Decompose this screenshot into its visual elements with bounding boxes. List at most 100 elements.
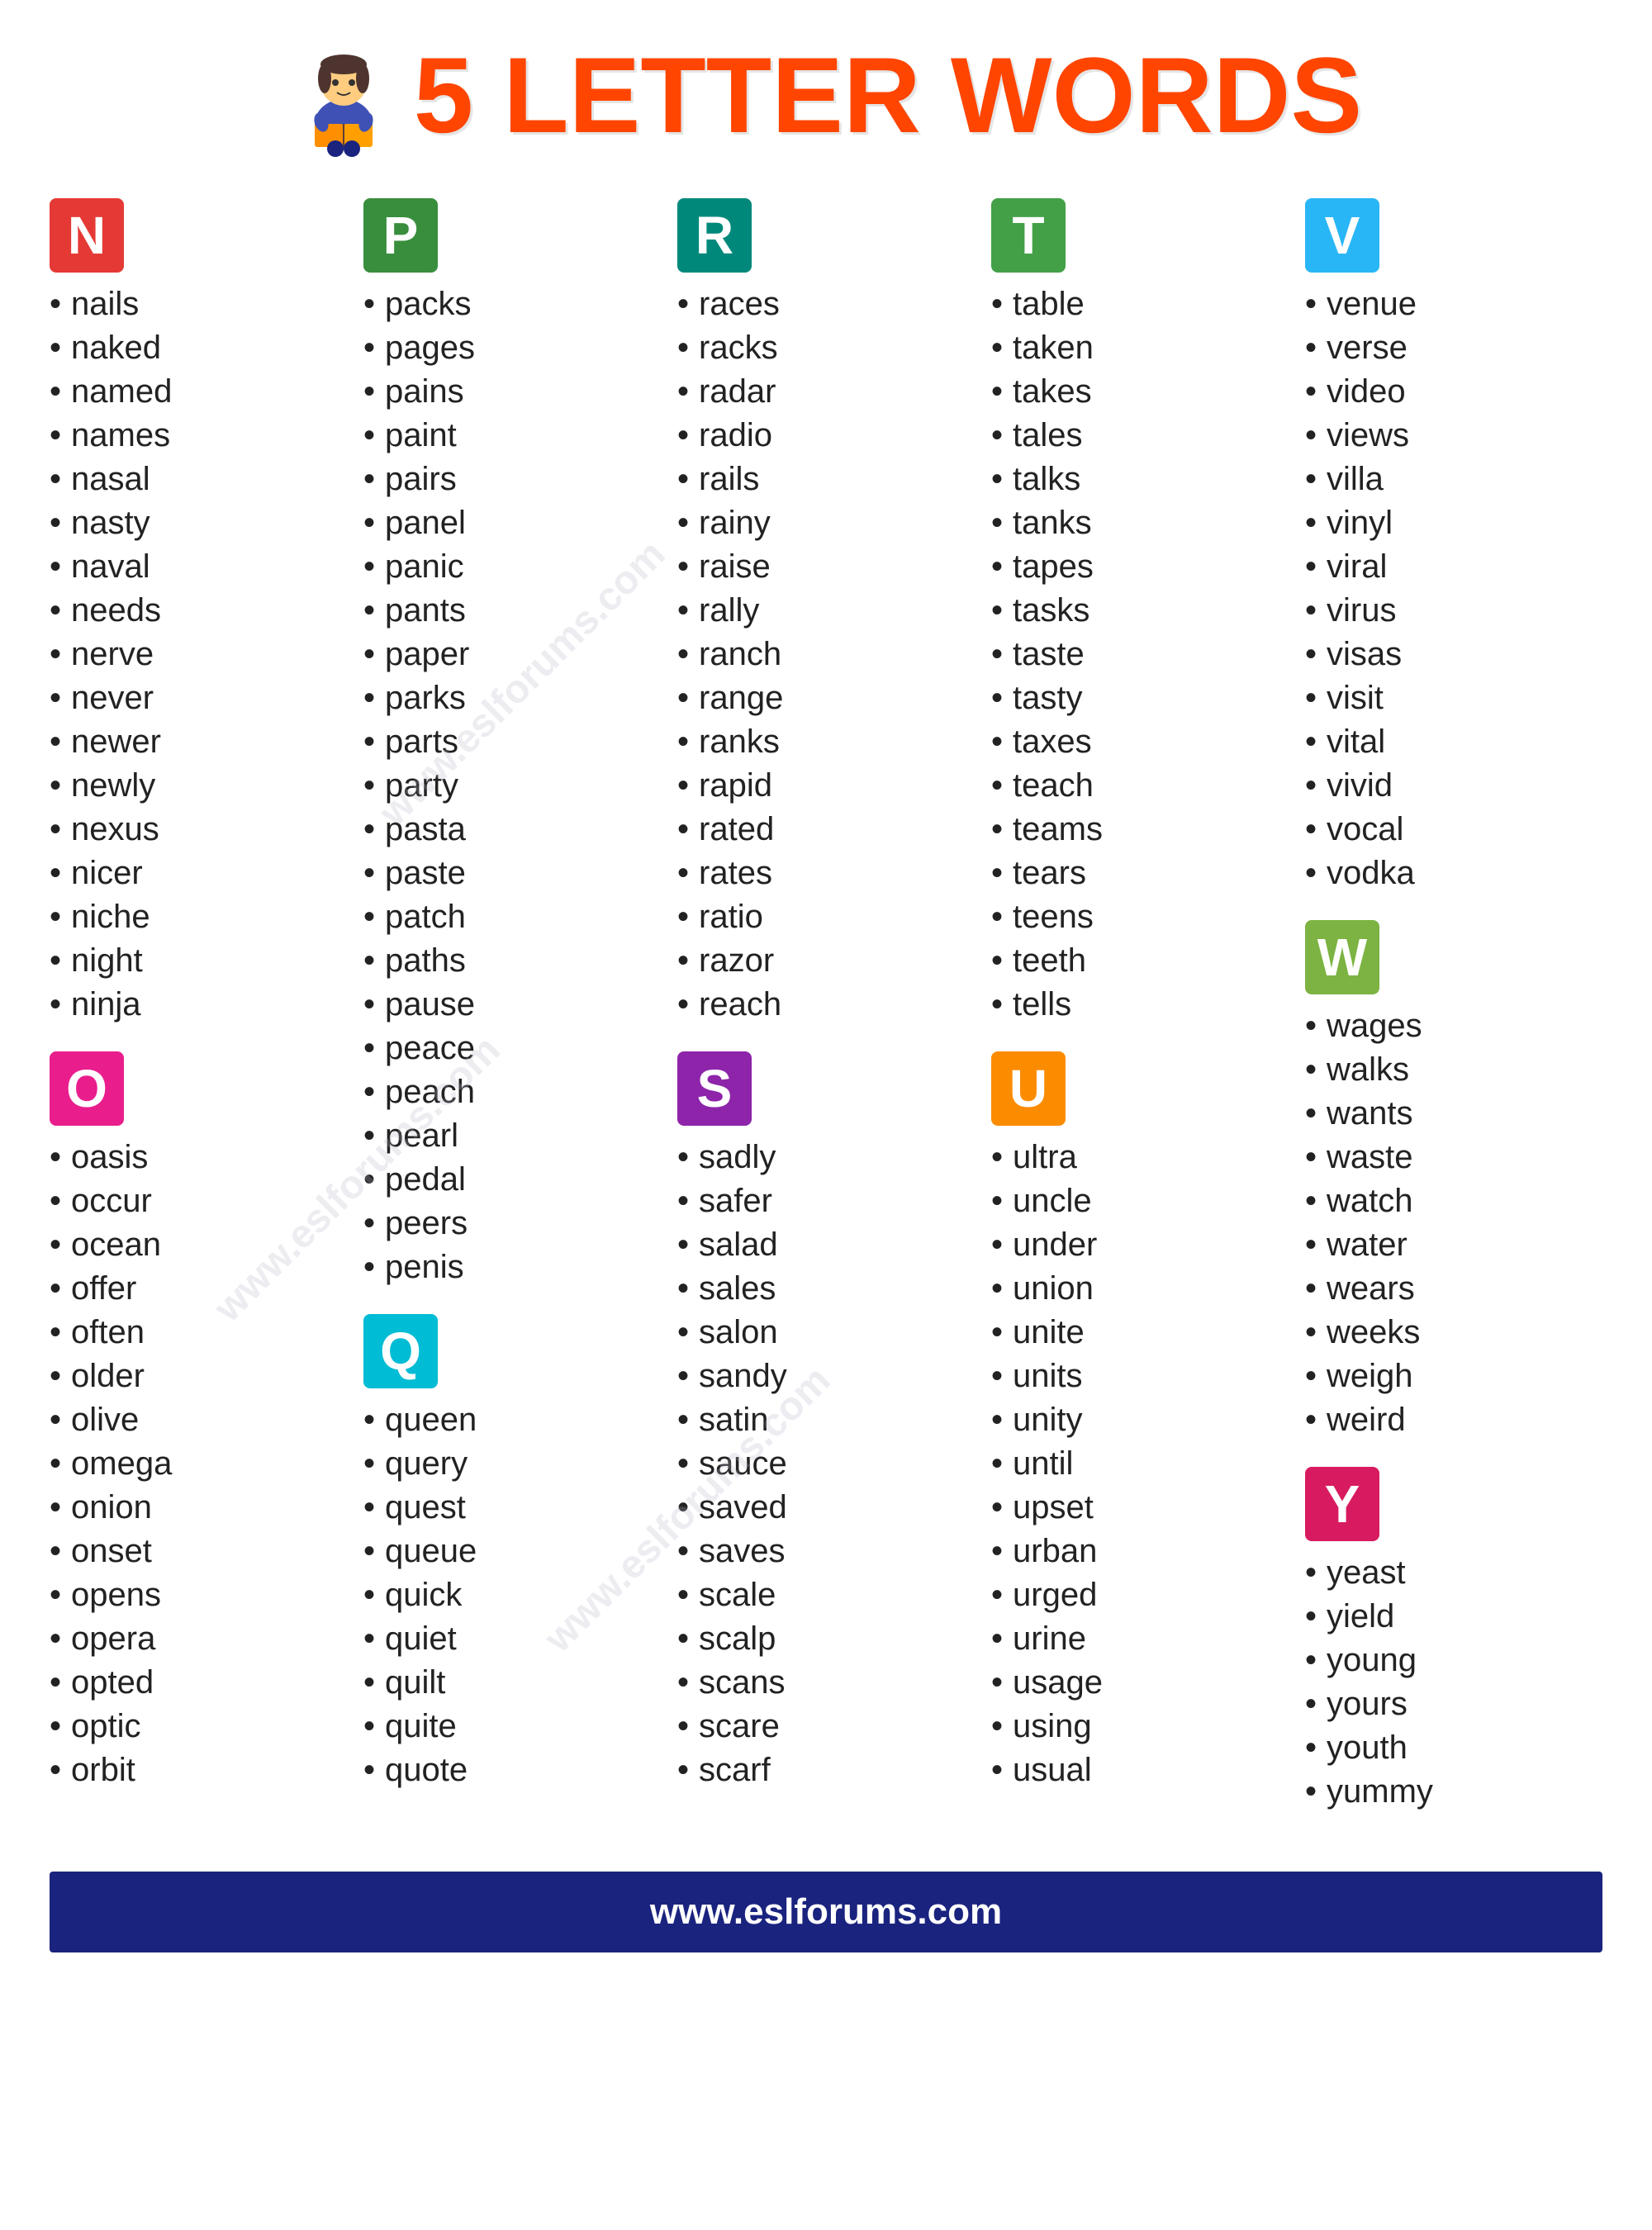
list-item: raise (677, 545, 975, 589)
list-item: water (1305, 1223, 1602, 1267)
section-S: Ssadlysafersaladsalessalonsandysatinsauc… (677, 1051, 975, 1792)
list-item: unity (991, 1398, 1289, 1442)
list-item: tasty (991, 676, 1289, 720)
letter-badge-Q: Q (363, 1314, 438, 1388)
list-item: urban (991, 1530, 1289, 1573)
list-item: pearl (363, 1114, 661, 1158)
word-list-N: nailsnakednamednamesnasalnastynavalneeds… (50, 282, 347, 1027)
list-item: range (677, 676, 975, 720)
letter-badge-U: U (991, 1051, 1066, 1126)
list-item: nerve (50, 633, 347, 676)
list-item: penis (363, 1245, 661, 1289)
list-item: panic (363, 545, 661, 589)
list-item: verse (1305, 326, 1602, 370)
list-item: video (1305, 370, 1602, 414)
list-item: omega (50, 1442, 347, 1486)
list-item: uncle (991, 1179, 1289, 1223)
list-item: quick (363, 1573, 661, 1617)
list-item: usage (991, 1661, 1289, 1705)
list-item: packs (363, 282, 661, 326)
list-item: pairs (363, 458, 661, 501)
list-item: yeast (1305, 1551, 1602, 1595)
list-item: paste (363, 852, 661, 895)
list-item: tapes (991, 545, 1289, 589)
list-item: query (363, 1442, 661, 1486)
list-item: taken (991, 326, 1289, 370)
list-item: sauce (677, 1442, 975, 1486)
list-item: pants (363, 589, 661, 633)
list-item: rainy (677, 501, 975, 545)
list-item: union (991, 1267, 1289, 1311)
list-item: tales (991, 414, 1289, 458)
list-item: niche (50, 895, 347, 939)
list-item: racks (677, 326, 975, 370)
list-item: radar (677, 370, 975, 414)
list-item: rails (677, 458, 975, 501)
list-item: weeks (1305, 1311, 1602, 1355)
mascot-image (290, 33, 397, 157)
list-item: weird (1305, 1398, 1602, 1442)
list-item: nails (50, 282, 347, 326)
section-P: Ppackspagespainspaintpairspanelpanicpant… (363, 198, 661, 1289)
section-T: Ttabletakentakestalestalkstankstapestask… (991, 198, 1289, 1027)
list-item: ninja (50, 983, 347, 1027)
list-item: queue (363, 1530, 661, 1573)
list-item: offer (50, 1267, 347, 1311)
section-R: Rracesracksradarradiorailsrainyraiserall… (677, 198, 975, 1027)
list-item: safer (677, 1179, 975, 1223)
list-item: using (991, 1705, 1289, 1748)
list-item: vocal (1305, 808, 1602, 852)
letter-badge-P: P (363, 198, 438, 273)
letter-badge-R: R (677, 198, 752, 273)
list-item: nicer (50, 852, 347, 895)
list-item: olive (50, 1398, 347, 1442)
list-item: peers (363, 1202, 661, 1245)
list-item: views (1305, 414, 1602, 458)
list-item: newer (50, 720, 347, 764)
section-U: Uultrauncleunderunionuniteunitsunityunti… (991, 1051, 1289, 1792)
list-item: pause (363, 983, 661, 1027)
list-item: scarf (677, 1748, 975, 1792)
list-item: nasal (50, 458, 347, 501)
list-item: saves (677, 1530, 975, 1573)
list-item: onion (50, 1486, 347, 1530)
list-item: ocean (50, 1223, 347, 1267)
list-item: nasty (50, 501, 347, 545)
list-item: wants (1305, 1092, 1602, 1136)
letter-badge-T: T (991, 198, 1066, 273)
list-item: visit (1305, 676, 1602, 720)
list-item: quite (363, 1705, 661, 1748)
list-item: yours (1305, 1682, 1602, 1726)
list-item: wears (1305, 1267, 1602, 1311)
letter-badge-W: W (1305, 920, 1379, 994)
list-item: paint (363, 414, 661, 458)
word-list-P: packspagespainspaintpairspanelpanicpants… (363, 282, 661, 1289)
list-item: teams (991, 808, 1289, 852)
list-item: reach (677, 983, 975, 1027)
list-item: naval (50, 545, 347, 589)
list-item: paths (363, 939, 661, 983)
letter-badge-Y: Y (1305, 1467, 1379, 1541)
list-item: sandy (677, 1355, 975, 1398)
list-item: onset (50, 1530, 347, 1573)
list-item: quiet (363, 1617, 661, 1661)
list-item: ranch (677, 633, 975, 676)
list-item: units (991, 1355, 1289, 1398)
list-item: opted (50, 1661, 347, 1705)
list-item: scare (677, 1705, 975, 1748)
list-item: tells (991, 983, 1289, 1027)
list-item: youth (1305, 1726, 1602, 1770)
list-item: peace (363, 1027, 661, 1070)
section-W: Wwageswalkswantswastewatchwaterwearsweek… (1305, 920, 1602, 1442)
list-item: rapid (677, 764, 975, 808)
list-item: often (50, 1311, 347, 1355)
list-item: parts (363, 720, 661, 764)
section-Y: Yyeastyieldyoungyoursyouthyummy (1305, 1467, 1602, 1814)
list-item: sales (677, 1267, 975, 1311)
list-item: urine (991, 1617, 1289, 1661)
footer-url: www.eslforums.com (50, 1872, 1602, 1952)
list-item: unite (991, 1311, 1289, 1355)
list-item: names (50, 414, 347, 458)
list-item: nexus (50, 808, 347, 852)
list-item: under (991, 1223, 1289, 1267)
